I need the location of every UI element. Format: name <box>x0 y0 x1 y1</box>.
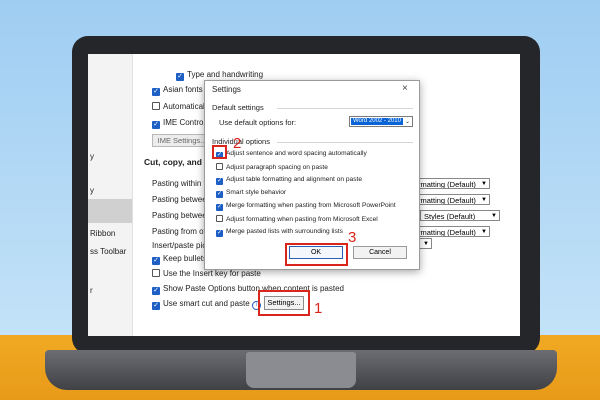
dialog-option-smart-style[interactable]: ✓ Smart style behavior <box>216 189 286 198</box>
chevron-down-icon: ▼ <box>481 197 487 203</box>
dialog-option-paragraph-spacing[interactable]: Adjust paragraph spacing on paste <box>216 163 328 171</box>
paste-dropdown-other-programs[interactable]: rmatting (Default) ▼ <box>414 226 490 237</box>
trackpad <box>246 352 356 388</box>
dialog-option-merge-lists[interactable]: ✓ Merge pasted lists with surrounding lis… <box>216 228 343 237</box>
checkbox-checked-icon[interactable]: ✓ <box>152 121 160 129</box>
options-nav-pane: y y Ribbon ss Toolbar r <box>88 54 133 336</box>
checkbox-checked-icon[interactable]: ✓ <box>216 191 223 198</box>
close-icon[interactable]: × <box>402 83 408 94</box>
use-default-label: Use default options for: <box>219 118 297 127</box>
nav-item-1[interactable]: y <box>90 152 94 161</box>
checkbox-unchecked-icon[interactable] <box>152 102 160 110</box>
nav-item-toolbar[interactable]: ss Toolbar <box>90 247 126 256</box>
checkbox-checked-icon[interactable]: ✓ <box>152 257 160 265</box>
checkbox-unchecked-icon[interactable] <box>152 269 160 277</box>
chevron-down-icon: ▼ <box>423 241 429 247</box>
nav-item-ribbon[interactable]: Ribbon <box>90 229 115 238</box>
annotation-number-1: 1 <box>314 300 323 317</box>
nav-item-2[interactable]: y <box>90 186 94 195</box>
paste-dropdown-same-doc[interactable]: rmatting (Default) ▼ <box>414 178 490 189</box>
checkbox-checked-icon[interactable]: ✓ <box>216 204 223 211</box>
option-insert-key[interactable]: Use the Insert key for paste <box>152 269 261 278</box>
dialog-title: Settings <box>212 85 241 94</box>
annotation-number-2: 2 <box>233 135 242 152</box>
group-divider <box>277 108 413 109</box>
group-divider <box>277 142 413 143</box>
default-options-value: Word 2002 - 2010 <box>351 118 403 125</box>
cancel-button[interactable]: Cancel <box>353 246 407 259</box>
checkbox-checked-icon[interactable]: ✓ <box>152 302 160 310</box>
dialog-option-table-formatting[interactable]: ✓ Adjust table formatting and alignment o… <box>216 176 362 185</box>
annotation-box-settings <box>258 290 310 316</box>
option-smart-cut-paste[interactable]: ✓ Use smart cut and paste i <box>152 299 261 310</box>
chevron-down-icon: ▼ <box>481 181 487 187</box>
default-options-dropdown[interactable]: Word 2002 - 2010 ⌄ <box>349 116 413 127</box>
chevron-down-icon: ⌄ <box>404 119 410 125</box>
paste-dropdown-between-docs[interactable]: rmatting (Default) ▼ <box>414 194 490 205</box>
checkbox-checked-icon[interactable]: ✓ <box>216 230 223 237</box>
dialog-option-adjust-excel[interactable]: Adjust formatting when pasting from Micr… <box>216 215 378 223</box>
default-settings-group-label: Default settings <box>212 103 264 112</box>
chevron-down-icon: ▼ <box>491 213 497 219</box>
annotation-box-ok <box>285 243 348 266</box>
settings-dialog: Settings × Default settings Use default … <box>204 80 420 270</box>
checkbox-checked-icon[interactable]: ✓ <box>152 88 160 96</box>
checkbox-checked-icon[interactable]: ✓ <box>216 178 223 185</box>
checkbox-unchecked-icon[interactable] <box>216 163 223 170</box>
checkbox-unchecked-icon[interactable] <box>216 215 223 222</box>
nav-item-5[interactable]: r <box>90 286 93 295</box>
ime-settings-button[interactable]: IME Settings... <box>152 134 212 147</box>
annotation-number-3: 3 <box>348 229 357 246</box>
paste-dropdown-style-conflict[interactable]: Styles (Default) ▼ <box>420 210 500 221</box>
nav-item-selected[interactable] <box>88 199 132 223</box>
checkbox-checked-icon[interactable]: ✓ <box>152 287 160 295</box>
option-show-paste-options[interactable]: ✓ Show Paste Options button when content … <box>152 284 344 295</box>
checkbox-checked-icon[interactable]: ✓ <box>176 73 184 81</box>
chevron-down-icon: ▼ <box>481 229 487 235</box>
annotation-box-checkbox <box>212 145 227 159</box>
dialog-option-merge-powerpoint[interactable]: ✓ Merge formatting when pasting from Micr… <box>216 202 396 211</box>
